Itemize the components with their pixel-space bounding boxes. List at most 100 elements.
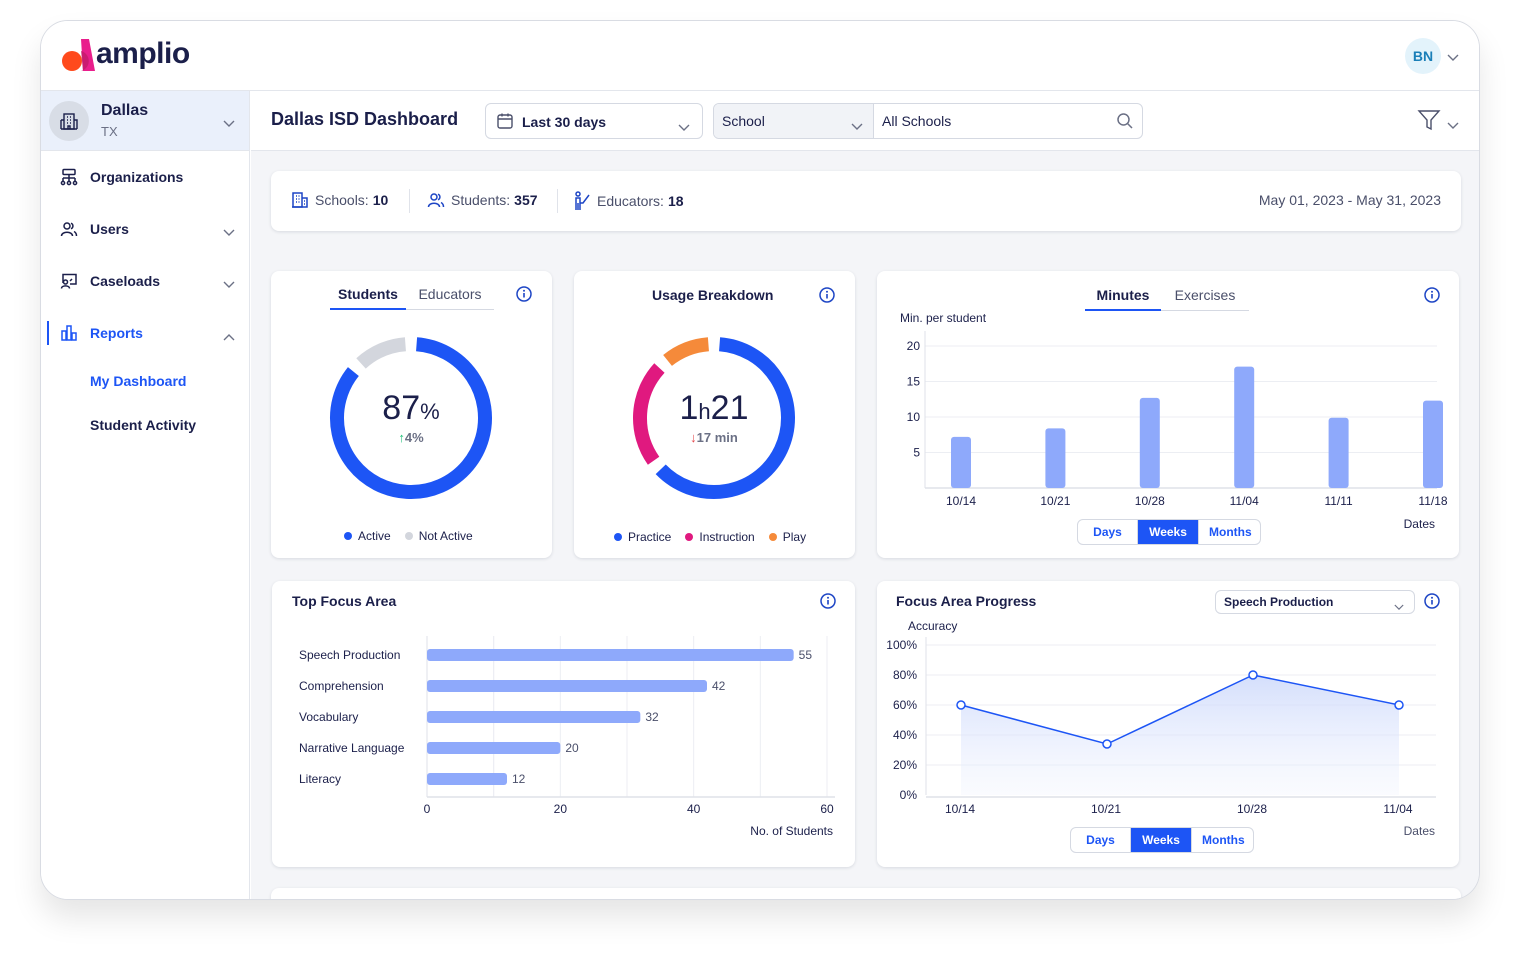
filter-type-value: School [722,113,765,129]
summary-stats-card: Schools: 10 Students: 357 Educators: 18 May… [271,171,1461,231]
usage-hours: 1 [679,389,699,427]
user-avatar[interactable]: BN [1405,38,1441,74]
x-tick-label: 10/14 [946,494,976,508]
brand-name: amplio [96,37,190,70]
usage-legend: Practice Instruction Play [614,530,806,544]
x-tick-label: 40 [687,802,701,816]
donut-center: 1h21 ↓17 min [634,389,794,445]
x-tick-label: 10/28 [1237,802,1267,816]
category-label: Vocabulary [299,710,358,724]
active-indicator [47,321,49,345]
chevron-down-icon [223,224,235,242]
data-point [1248,670,1258,680]
x-tick-label: 11/04 [1230,494,1259,508]
y-tick-label: 10 [907,410,921,424]
info-icon[interactable] [819,287,835,303]
sidebar-item-users[interactable]: Users [41,214,250,244]
bar [427,649,794,661]
calendar-icon [496,112,514,135]
x-axis-label: No. of Students [750,824,833,838]
info-icon[interactable] [516,286,532,302]
stat-schools: Schools: 10 [291,191,388,209]
y-tick-label: 100% [886,638,917,652]
chevron-down-icon [223,115,235,133]
usage-breakdown-card: Usage Breakdown 1h21 ↓17 min Practice In… [574,271,855,558]
sidebar-subitem-my-dashboard[interactable]: My Dashboard [90,373,186,389]
legend-item: Play [768,530,806,544]
granularity-days[interactable]: Days [1071,828,1131,852]
focus-area-bar-chart: 0 20 40 60 Speech Production 55 Comprehension 4… [299,636,835,838]
legend-item: Not Active [404,529,473,543]
bar-value-label: 12 [512,772,526,786]
x-tick-label: 10/21 [1040,494,1070,508]
bar-chart-icon [60,324,78,342]
main-content: Dallas ISD Dashboard Last 30 days School [251,91,1479,899]
bar [1423,400,1443,488]
y-tick-label: 0% [900,788,918,802]
legend-label: Instruction [699,530,755,544]
y-axis-label: Min. per student [900,311,987,325]
donut-segment-not-active [356,337,407,369]
granularity-days[interactable]: Days [1078,520,1138,544]
sidebar-item-label: Users [90,221,129,237]
search-icon[interactable] [1116,112,1134,135]
stat-label: Educators: [597,193,664,209]
bar [1045,428,1066,488]
bar-value-label: 32 [645,710,659,724]
active-percent: 87 [382,389,421,427]
date-range-value: Last 30 days [522,114,607,130]
activity-legend: Active Not Active [344,529,473,543]
filter-type-select[interactable]: School [714,104,874,138]
focus-area-progress-card: Focus Area Progress Speech Production Ac… [877,581,1459,867]
category-label: Narrative Language [299,741,405,755]
x-tick-label: 0 [424,802,431,816]
x-tick-label: 20 [554,802,568,816]
category-label: Comprehension [299,679,384,693]
y-tick-label: 40% [893,728,917,742]
sidebar-item-label: Organizations [90,169,184,185]
org-switcher[interactable]: Dallas TX [41,91,249,151]
users-icon [60,220,78,238]
building-icon [49,101,89,141]
granularity-months[interactable]: Months [1199,520,1260,544]
sidebar-item-organizations[interactable]: Organizations [41,162,250,192]
usage-minutes: 21 [710,389,749,427]
student-activity-card: Students Educators 87% ↑4% Active Not Ac… [271,271,552,558]
y-tick-label: 80% [893,668,917,682]
educator-icon [575,191,590,210]
students-icon [427,193,445,208]
sidebar-item-label: Reports [90,325,143,341]
hours-unit: h [698,399,711,424]
chevron-down-icon[interactable] [1447,117,1459,135]
sidebar-item-reports[interactable]: Reports [41,318,250,348]
usage-change: 17 min [696,430,738,445]
sidebar-subitem-student-activity[interactable]: Student Activity [90,417,196,433]
category-label: Literacy [299,772,341,786]
amplio-logo-icon [61,37,95,72]
bar [427,711,641,723]
percent-unit: % [420,399,440,424]
top-focus-area-card: Top Focus Area 0 20 40 60 Speech Production 5… [272,581,855,867]
card-title: Usage Breakdown [652,287,774,303]
x-axis-label: Dates [1404,824,1435,838]
granularity-months[interactable]: Months [1192,828,1253,852]
brand-logo[interactable]: amplio [61,37,190,72]
tab-educators[interactable]: Educators [406,286,494,310]
filter-icon[interactable] [1417,109,1441,136]
school-search-input[interactable] [875,104,1105,138]
date-range-select[interactable]: Last 30 days [485,103,703,139]
stat-value: 10 [372,192,389,208]
chevron-down-icon[interactable] [1447,49,1459,67]
chevron-up-icon [223,328,235,346]
bar [1139,397,1160,488]
stat-label: Schools: [315,192,369,208]
x-tick-label: 10/21 [1091,802,1121,816]
stat-students: Students: 357 [427,191,538,209]
granularity-weeks[interactable]: Weeks [1131,828,1192,852]
sidebar-item-caseloads[interactable]: Caseloads [41,266,250,296]
stat-educators: Educators: 18 [573,191,684,211]
granularity-weeks[interactable]: Weeks [1138,520,1199,544]
app-window: amplio BN Dallas TX Organizations Users … [40,20,1480,900]
target-skill-summary-card[interactable]: Target Skill Summary [271,888,1461,899]
tab-students[interactable]: Students [330,286,406,310]
